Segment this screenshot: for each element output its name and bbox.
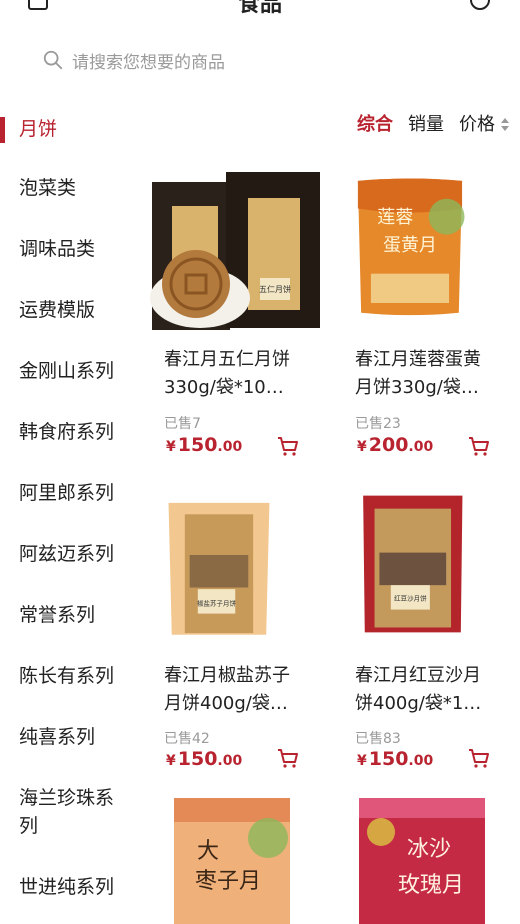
- search-input[interactable]: 请搜索您想要的商品: [72, 48, 225, 73]
- product-name[interactable]: 春江月莲蓉蛋黄月饼330g/袋…: [355, 346, 495, 402]
- sort-arrows-icon: [500, 117, 510, 133]
- pack-label: 五仁月饼: [259, 284, 291, 294]
- currency-symbol: ¥: [166, 753, 176, 769]
- product-image: 大 枣子月: [174, 798, 290, 924]
- cart-icon[interactable]: [276, 434, 300, 458]
- sold-count: 已售42: [164, 731, 210, 747]
- search-icon: [43, 50, 63, 70]
- sort-comprehensive[interactable]: 综合: [357, 110, 393, 136]
- category-sidebar: 月饼 泡菜类 调味品类 运费模版 金刚山系列 韩食府系列 阿里郎系列 阿兹迈系列…: [0, 98, 140, 924]
- sold-count: 已售7: [164, 416, 201, 432]
- price-decimal: .00: [408, 439, 434, 455]
- sort-price[interactable]: 价格: [459, 110, 510, 136]
- product-price: ¥150.00: [166, 748, 242, 770]
- product-name[interactable]: 春江月椒盐苏子月饼400g/袋…: [164, 662, 304, 718]
- sidebar-item-mooncake[interactable]: 月饼: [0, 115, 140, 143]
- price-integer: 150: [177, 434, 218, 456]
- sidebar-item-shijinchun[interactable]: 世进纯系列: [0, 873, 140, 901]
- product-name[interactable]: 春江月五仁月饼330g/袋*10…: [164, 346, 304, 402]
- currency-symbol: ¥: [357, 753, 367, 769]
- sort-bar: 综合 销量 价格: [342, 110, 510, 136]
- sidebar-item-azimai[interactable]: 阿兹迈系列: [0, 540, 140, 568]
- cart-icon[interactable]: [467, 746, 491, 770]
- price-decimal: .00: [217, 439, 243, 455]
- sidebar-item-seasoning[interactable]: 调味品类: [0, 235, 140, 263]
- sidebar-item-hailan-pearl[interactable]: 海兰珍珠系列: [0, 784, 120, 840]
- cart-icon[interactable]: [467, 434, 491, 458]
- svg-text:莲蓉: 莲蓉: [377, 207, 413, 228]
- sort-sales[interactable]: 销量: [408, 110, 444, 136]
- pack-label: 椒盐苏子月饼: [197, 598, 237, 607]
- sold-count: 已售23: [355, 416, 401, 432]
- price-decimal: .00: [408, 753, 434, 769]
- page-title: 食品: [237, 0, 282, 14]
- top-bar: 食品: [0, 0, 520, 14]
- search-bar[interactable]: 请搜索您想要的商品: [28, 38, 492, 82]
- svg-text:枣子月: 枣子月: [195, 869, 261, 894]
- product-name[interactable]: 春江月红豆沙月饼400g/袋*1…: [355, 662, 495, 718]
- sidebar-item-hanshifu[interactable]: 韩食府系列: [0, 418, 140, 446]
- product-price: ¥150.00: [166, 434, 242, 456]
- price-integer: 150: [368, 748, 409, 770]
- product-image: 冰沙 玫瑰月: [359, 798, 485, 924]
- pack-label: 红豆沙月饼: [394, 594, 427, 603]
- sold-count: 已售83: [355, 731, 401, 747]
- svg-text:冰沙: 冰沙: [407, 837, 451, 862]
- price-integer: 200: [368, 434, 409, 456]
- currency-symbol: ¥: [357, 439, 367, 455]
- price-decimal: .00: [217, 753, 243, 769]
- sidebar-item-chunxi[interactable]: 纯喜系列: [0, 723, 140, 751]
- svg-text:蛋黄月: 蛋黄月: [383, 235, 437, 256]
- cart-icon[interactable]: [276, 746, 300, 770]
- product-image: 椒盐苏子月饼: [168, 502, 270, 635]
- sort-price-label: 价格: [459, 114, 495, 135]
- svg-text:大: 大: [197, 839, 219, 864]
- product-image: 五仁月饼: [150, 172, 320, 330]
- product-image: 莲蓉 蛋黄月: [357, 178, 465, 316]
- sidebar-item-jingangshan[interactable]: 金刚山系列: [0, 357, 140, 385]
- product-price: ¥150.00: [357, 748, 433, 770]
- svg-text:玫瑰月: 玫瑰月: [398, 873, 464, 898]
- sidebar-item-chenchangyou[interactable]: 陈长有系列: [0, 662, 140, 690]
- product-price: ¥200.00: [357, 434, 433, 456]
- sidebar-item-kimchi[interactable]: 泡菜类: [0, 174, 140, 202]
- sidebar-item-shipping-template[interactable]: 运费模版: [0, 296, 140, 324]
- sidebar-item-changyu[interactable]: 常誉系列: [0, 601, 140, 629]
- sidebar-item-alilang[interactable]: 阿里郎系列: [0, 479, 140, 507]
- bottom-tab-bar: [0, 914, 520, 924]
- product-image: 红豆沙月饼: [363, 495, 463, 633]
- currency-symbol: ¥: [166, 439, 176, 455]
- price-integer: 150: [177, 748, 218, 770]
